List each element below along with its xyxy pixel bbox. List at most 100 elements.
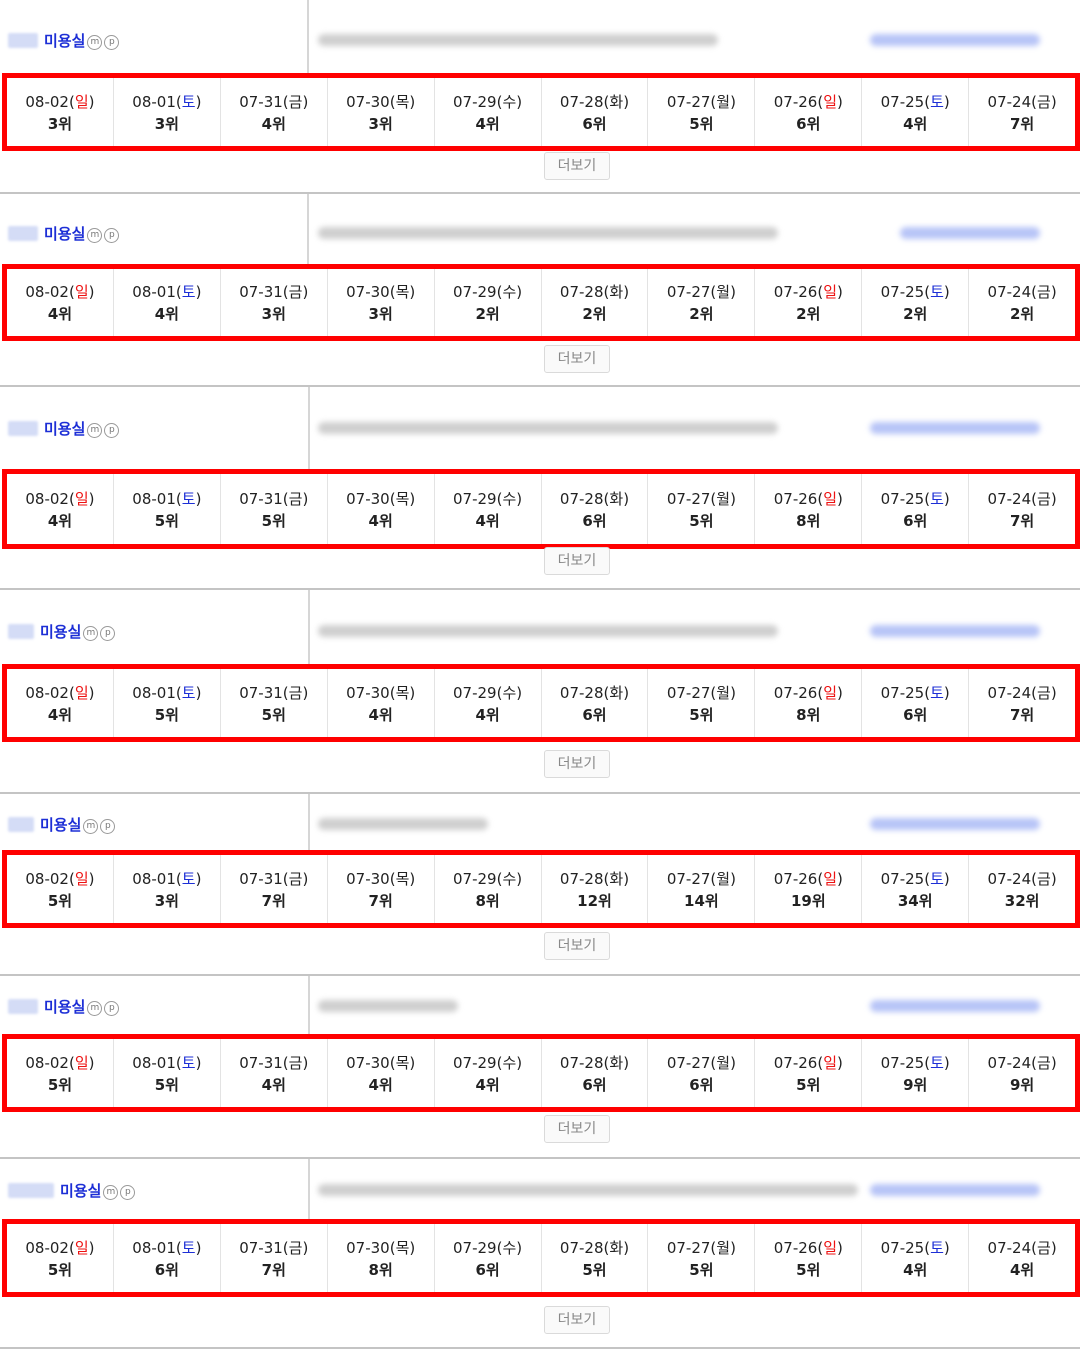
shop-title[interactable]: 미용실 m p [8, 621, 116, 642]
rank-date: 07-28(화) [560, 868, 629, 889]
redacted-url [318, 818, 488, 830]
pc-badge-icon[interactable]: p [104, 228, 120, 243]
more-button[interactable]: 더보기 [544, 750, 610, 778]
mobile-badge-icon[interactable]: m [87, 1001, 103, 1016]
weekday-close-paren: ) [302, 283, 309, 301]
weekday-close-paren: ) [516, 92, 523, 111]
weekday-close-paren: ) [516, 489, 523, 508]
more-button[interactable]: 더보기 [544, 547, 610, 575]
shop-name[interactable]: 미용실 [44, 30, 85, 51]
rank-date: 07-25(토) [881, 488, 950, 509]
pc-badge-icon[interactable]: p [104, 35, 120, 50]
shop-title[interactable]: 미용실 m p [8, 996, 120, 1017]
weekday-close-paren: ) [623, 1238, 630, 1257]
pc-badge-icon[interactable]: p [104, 423, 120, 438]
daily-rank-table: 08-02(일) 5위 08-01(토) 6위 07-31(금) 7위 07-30(목) 8위… [2, 1219, 1080, 1297]
mobile-badge-icon[interactable]: m [87, 35, 103, 50]
rank-value: 5위 [47, 891, 73, 910]
date-text: 08-02 [25, 1053, 69, 1072]
more-button[interactable]: 더보기 [544, 152, 610, 180]
weekday-text: 목 [395, 1238, 410, 1257]
shop-name[interactable]: 미용실 [44, 418, 85, 439]
shop-title[interactable]: 미용실 m p [8, 223, 120, 244]
date-text: 07-25 [880, 1053, 925, 1072]
shop-title[interactable]: 미용실 m p [8, 814, 116, 835]
rank-value: 6위 [796, 114, 821, 133]
rank-cell: 07-24(금) 4위 [969, 1224, 1075, 1292]
rank-date: 08-01(토) [132, 1237, 201, 1258]
rank-value: 7위 [1009, 511, 1035, 530]
weekday-close-paren: ) [516, 283, 523, 301]
mobile-badge-icon[interactable]: m [87, 423, 103, 438]
weekday-close-paren: ) [943, 283, 950, 301]
shop-name[interactable]: 미용실 [60, 1180, 101, 1201]
weekday-close-paren: ) [195, 283, 202, 301]
more-button[interactable]: 더보기 [544, 1115, 610, 1143]
redacted-link[interactable] [870, 625, 1040, 637]
pc-badge-icon[interactable]: p [100, 626, 116, 641]
rank-date: 07-24(금) [988, 868, 1057, 889]
date-text: 07-29 [453, 283, 497, 301]
redacted-link[interactable] [900, 227, 1040, 239]
shop-name[interactable]: 미용실 [40, 814, 81, 835]
weekday-close-paren: ) [943, 92, 950, 111]
pc-badge-icon[interactable]: p [120, 1185, 136, 1200]
weekday-text: 토 [930, 683, 944, 702]
mobile-badge-icon[interactable]: m [87, 228, 103, 243]
date-text: 07-28 [559, 1238, 604, 1257]
pc-badge-icon[interactable]: p [104, 1001, 120, 1016]
rank-cell: 07-31(금) 7위 [221, 1224, 328, 1292]
mobile-badge-icon[interactable]: m [83, 819, 99, 834]
pc-badge-icon[interactable]: p [100, 819, 116, 834]
more-button[interactable]: 더보기 [544, 932, 610, 960]
rank-date: 07-27(월) [667, 281, 736, 302]
rank-date: 07-31(금) [239, 281, 308, 302]
redacted-link[interactable] [870, 1000, 1040, 1012]
column-divider [308, 590, 310, 664]
rank-cell: 07-27(월) 6위 [648, 1039, 756, 1107]
mobile-badge-icon[interactable]: m [83, 626, 99, 641]
column-divider [308, 1159, 310, 1219]
redacted-shop-prefix [8, 1183, 54, 1198]
date-text: 08-01 [132, 92, 176, 111]
date-text: 07-28 [559, 1053, 604, 1072]
date-text: 07-31 [239, 683, 283, 702]
weekday-close-paren: ) [943, 489, 950, 508]
rank-cell: 07-26(일) 8위 [755, 669, 863, 737]
shop-name[interactable]: 미용실 [44, 996, 85, 1017]
redacted-url [318, 625, 778, 637]
date-text: 08-02 [25, 683, 69, 702]
shop-name[interactable]: 미용실 [44, 223, 85, 244]
weekday-text: 일 [74, 683, 89, 702]
shop-title[interactable]: 미용실 m p [8, 1180, 136, 1201]
rank-date: 07-24(금) [988, 1052, 1057, 1073]
redacted-link[interactable] [870, 1184, 1040, 1196]
redacted-link[interactable] [870, 422, 1040, 434]
rank-date: 07-26(일) [774, 868, 843, 889]
rank-value: 6위 [903, 705, 928, 724]
weekday-close-paren: ) [837, 683, 843, 702]
rank-date: 08-02(일) [25, 682, 94, 703]
more-button[interactable]: 더보기 [544, 345, 610, 373]
redacted-link[interactable] [870, 818, 1040, 830]
date-text: 07-27 [666, 869, 711, 888]
weekday-text: 화 [609, 92, 624, 111]
mobile-badge-icon[interactable]: m [103, 1185, 119, 1200]
daily-rank-table: 08-02(일) 4위 08-01(토) 5위 07-31(금) 5위 07-30(목) 4위… [2, 664, 1080, 742]
more-button[interactable]: 더보기 [544, 1306, 610, 1334]
rank-cell: 08-02(일) 5위 [7, 855, 114, 923]
rank-value: 5위 [154, 1075, 179, 1094]
rank-cell: 07-26(일) 19위 [755, 855, 863, 923]
shop-name[interactable]: 미용실 [40, 621, 81, 642]
redacted-link[interactable] [870, 34, 1040, 46]
redacted-shop-prefix [8, 817, 34, 832]
weekday-text: 토 [181, 683, 196, 702]
weekday-text: 일 [74, 869, 89, 888]
shop-title[interactable]: 미용실 m p [8, 30, 120, 51]
rank-value: 8위 [368, 1260, 393, 1279]
shop-title[interactable]: 미용실 m p [8, 418, 120, 439]
rank-value: 4위 [261, 1075, 286, 1094]
rank-cell: 07-30(목) 3위 [328, 269, 435, 336]
weekday-text: 금 [1037, 869, 1051, 888]
weekday-close-paren: ) [837, 1053, 843, 1072]
